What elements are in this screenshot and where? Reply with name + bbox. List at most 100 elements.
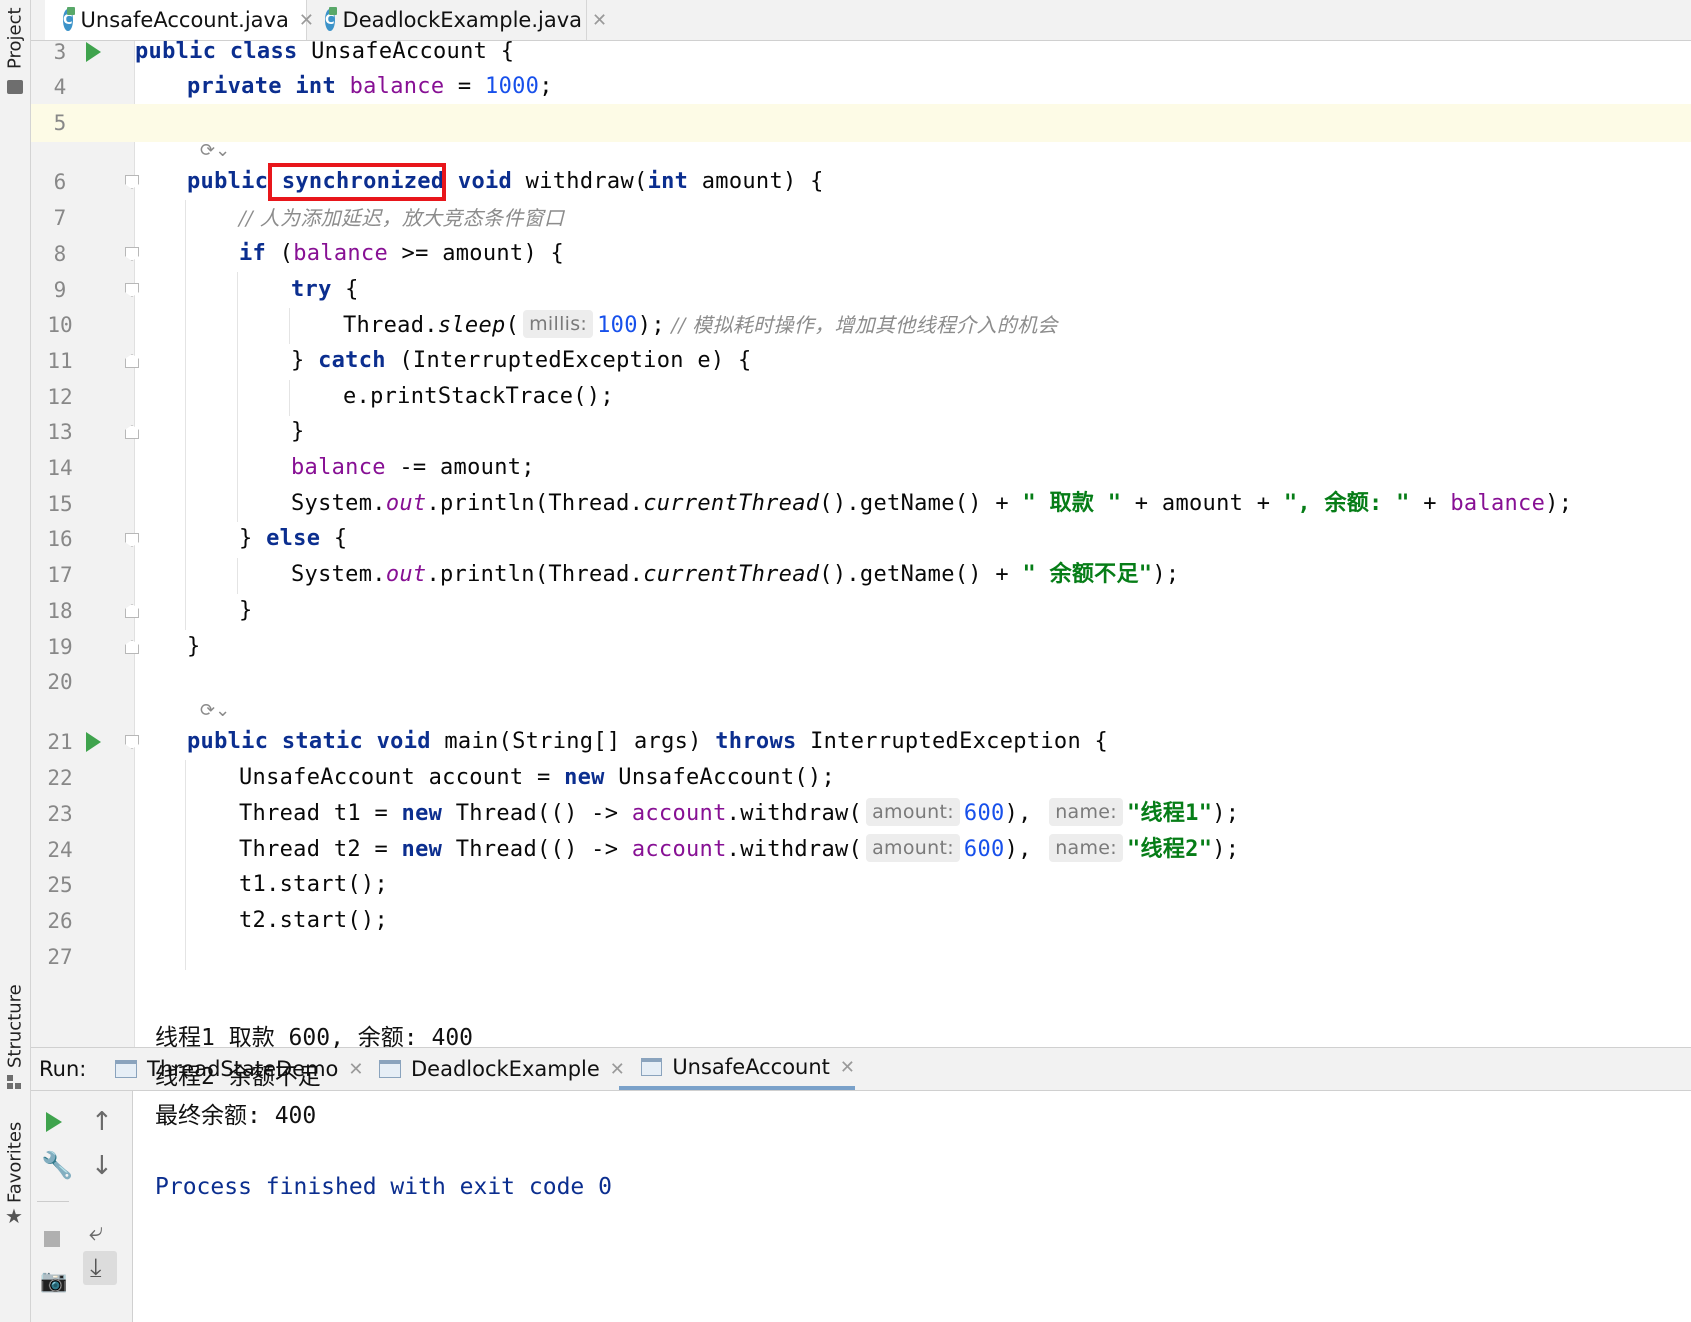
structure-icon (7, 1075, 21, 1089)
code-line-9: try { (291, 277, 359, 302)
parameter-hint: amount: (866, 834, 960, 862)
code-line-23: Thread t1 = new Thread(() -> account.wit… (239, 795, 1239, 833)
code-line-21: public static void main(String[] args) t… (187, 729, 1109, 754)
java-class-icon: C (63, 7, 75, 31)
line-number: 4 (53, 75, 67, 99)
console-line: 线程2 余额不足 (155, 1064, 321, 1090)
highlight-box (268, 163, 446, 201)
line-number: 17 (47, 563, 73, 587)
line-number: 14 (47, 456, 73, 480)
run-label: Run: (39, 1057, 87, 1081)
code-line-7: // 人为添加延迟，放大竞态条件窗口 (239, 206, 565, 230)
code-line-11: } catch (InterruptedException e) { (291, 348, 752, 373)
stop-icon[interactable] (44, 1231, 60, 1247)
console-window-icon (115, 1060, 137, 1078)
ai-lens-icon[interactable]: ⟳⌄ (200, 700, 230, 721)
console-output[interactable] (133, 1091, 1691, 1322)
console-line-process-finished: Process finished with exit code 0 (155, 1174, 612, 1200)
line-number: 20 (47, 670, 73, 694)
console-line: 线程1 取款 600, 余额: 400 (155, 1025, 474, 1051)
code-line-26: t2.start(); (239, 908, 388, 933)
indent-guide (237, 272, 238, 522)
code-line-16: } else { (239, 526, 348, 551)
code-line-8: if (balance >= amount) { (239, 241, 565, 266)
code-line-10: Thread.sleep(millis: 100); // 模拟耗时操作，增加其他… (343, 306, 1058, 345)
run-class-icon[interactable] (86, 42, 101, 62)
indent-guide (237, 558, 238, 594)
run-tab-label: DeadlockExample (411, 1057, 600, 1081)
console-window-icon (641, 1058, 663, 1076)
tab-label: UnsafeAccount.java (80, 8, 289, 32)
line-number: 8 (53, 242, 67, 266)
line-number: 13 (47, 420, 73, 444)
line-number: 6 (53, 170, 67, 194)
indent-guide (185, 200, 186, 630)
arrow-down-icon[interactable]: ↓ (91, 1153, 113, 1179)
line-number: 24 (47, 838, 73, 862)
line-number: 19 (47, 635, 73, 659)
line-number: 11 (47, 349, 73, 373)
scroll-to-end-icon: ⤓ (90, 1253, 102, 1283)
line-number: 9 (53, 278, 67, 302)
run-tab-label: UnsafeAccount (672, 1055, 830, 1079)
line-number: 23 (47, 802, 73, 826)
parameter-hint: amount: (866, 798, 960, 826)
line-number: 10 (47, 313, 73, 337)
close-icon[interactable]: ✕ (840, 1057, 855, 1078)
line-number: 16 (47, 527, 73, 551)
indent-guide (289, 380, 290, 416)
line-number: 26 (47, 909, 73, 933)
arrow-up-icon[interactable]: ↑ (91, 1109, 113, 1135)
code-line-22: UnsafeAccount account = new UnsafeAccoun… (239, 765, 836, 790)
line-number: 25 (47, 873, 73, 897)
folder-icon (7, 80, 23, 94)
line-number: 12 (47, 385, 73, 409)
code-line-4: private int balance = 1000; (187, 74, 553, 99)
code-line-17: System.out.println(Thread.currentThread(… (291, 562, 1180, 587)
code-line-12: e.printStackTrace(); (343, 384, 614, 409)
parameter-hint: name: (1049, 834, 1123, 862)
tab-label: DeadlockExample.java (342, 8, 583, 32)
line-number: 18 (47, 599, 73, 623)
code-line-13: } (291, 419, 305, 444)
line-number: 5 (53, 111, 67, 135)
current-line-highlight (31, 104, 1691, 142)
code-line-24: Thread t2 = new Thread(() -> account.wit… (239, 831, 1239, 869)
code-line-15: System.out.println(Thread.currentThread(… (291, 491, 1573, 516)
code-line-19: } (187, 634, 201, 659)
star-icon: ★ (5, 1204, 23, 1228)
close-icon[interactable]: ✕ (348, 1059, 363, 1080)
left-tool-strip: Project Structure Favorites ★ (0, 0, 31, 1322)
line-number: 27 (47, 945, 73, 969)
line-number: 22 (47, 766, 73, 790)
favorites-tool-button[interactable]: Favorites (0, 1121, 30, 1202)
parameter-hint: millis: (523, 310, 594, 338)
code-line-18: } (239, 598, 253, 623)
project-tool-button[interactable]: Project (0, 6, 30, 70)
line-number: 21 (47, 730, 73, 754)
run-tab-unsafeaccount[interactable]: UnsafeAccount ✕ (619, 1048, 855, 1090)
code-line-25: t1.start(); (239, 872, 388, 897)
line-number: 3 (53, 40, 67, 64)
rerun-icon[interactable] (46, 1112, 62, 1132)
code-line-3: public class UnsafeAccount { (135, 39, 515, 64)
ai-lens-icon[interactable]: ⟳⌄ (200, 140, 230, 161)
camera-icon[interactable]: 📷 (40, 1269, 67, 1295)
console-window-icon (379, 1060, 401, 1078)
toolbar-divider (37, 1201, 69, 1202)
close-icon[interactable]: ✕ (592, 10, 607, 31)
run-tab-deadlockexample[interactable]: DeadlockExample ✕ (379, 1048, 625, 1090)
structure-tool-button[interactable]: Structure (0, 984, 30, 1068)
line-number: 15 (47, 492, 73, 516)
indent-guide (185, 760, 186, 970)
line-number: 7 (53, 206, 67, 230)
indent-guide (289, 308, 290, 344)
parameter-hint: name: (1049, 798, 1123, 826)
code-line-14: balance -= amount; (291, 455, 535, 480)
wrench-icon[interactable]: 🔧 (41, 1153, 73, 1179)
soft-wrap-icon[interactable]: ⤶ (89, 1219, 104, 1245)
java-class-icon: C (325, 7, 337, 31)
run-main-icon[interactable] (86, 732, 101, 752)
run-toolbar: ↑ 🔧 ↓ ⤶ ⤓ 📷 (31, 1091, 133, 1322)
console-line: 最终余额: 400 (155, 1103, 317, 1129)
